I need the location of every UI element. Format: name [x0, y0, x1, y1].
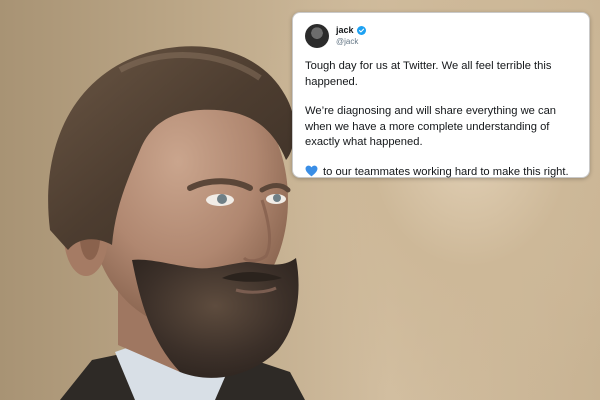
- tweet-paragraph: We’re diagnosing and will share everythi…: [305, 105, 557, 148]
- tweet-card: jack @jack Tough day for us at Twitter. …: [292, 12, 590, 178]
- tweet-paragraph: Tough day for us at Twitter. We all feel…: [305, 60, 552, 88]
- user-handle[interactable]: @jack: [336, 36, 366, 47]
- display-name[interactable]: jack: [336, 25, 354, 36]
- tweet-author: jack @jack: [336, 25, 366, 47]
- tweet-text: Tough day for us at Twitter. We all feel…: [305, 59, 579, 180]
- tweet-header: jack @jack: [305, 21, 579, 51]
- tweet-closing-text: to our teammates working hard to make th…: [323, 165, 569, 178]
- blue-heart-icon: [305, 165, 318, 176]
- tweet-closing-line: to our teammates working hard to make th…: [305, 165, 579, 181]
- verified-badge-icon: [356, 26, 366, 35]
- avatar[interactable]: [305, 24, 329, 48]
